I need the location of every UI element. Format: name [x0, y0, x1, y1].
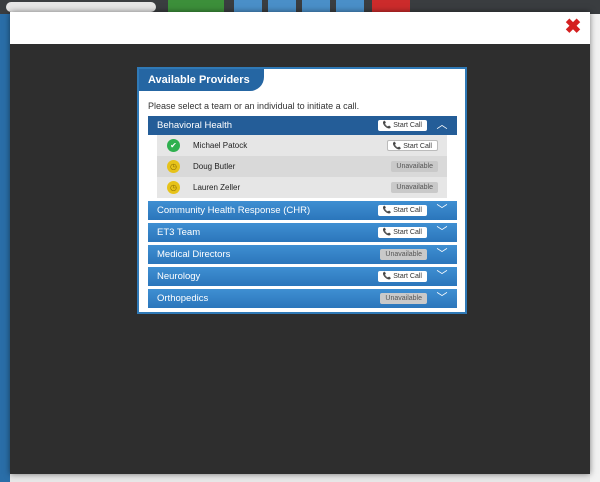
group-medical-directors[interactable]: Medical Directors Unavailable ﹀	[148, 245, 457, 264]
unavailable-badge: Unavailable	[380, 249, 427, 260]
start-call-button[interactable]: 📞 Start Call	[377, 227, 427, 238]
group-et3-team[interactable]: ET3 Team 📞 Start Call ﹀	[148, 223, 457, 242]
panel-title: Available Providers	[139, 69, 264, 91]
start-call-button[interactable]: 📞 Start Call	[377, 205, 427, 216]
group-label: Medical Directors	[157, 249, 231, 260]
background-right-strip	[590, 14, 600, 482]
group-community-health-response[interactable]: Community Health Response (CHR) 📞 Start …	[148, 201, 457, 220]
group-label: Neurology	[157, 271, 201, 282]
chevron-down-icon[interactable]: ﹀	[435, 245, 449, 264]
group-label: Orthopedics	[157, 293, 209, 304]
available-check-icon: ✔	[167, 139, 180, 152]
member-row[interactable]: ✔ Michael Patock 📞 Start Call	[157, 135, 447, 156]
away-clock-icon: ◷	[167, 160, 180, 173]
behavioral-health-members: ✔ Michael Patock 📞 Start Call ◷ Doug But…	[157, 135, 447, 198]
chevron-down-icon[interactable]: ﹀	[435, 201, 449, 220]
background-left-strip	[0, 14, 10, 482]
chevron-down-icon[interactable]: ﹀	[435, 267, 449, 286]
group-label: Community Health Response (CHR)	[157, 205, 311, 216]
group-neurology[interactable]: Neurology 📞 Start Call ﹀	[148, 267, 457, 286]
background-search	[6, 2, 156, 12]
unavailable-badge: Unavailable	[391, 161, 438, 172]
start-call-button[interactable]: 📞 Start Call	[377, 271, 427, 282]
group-orthopedics[interactable]: Orthopedics Unavailable ﹀	[148, 289, 457, 308]
start-call-button[interactable]: 📞 Start Call	[386, 140, 438, 151]
member-row[interactable]: ◷ Lauren Zeller Unavailable	[157, 177, 447, 198]
chevron-down-icon[interactable]: ﹀	[435, 289, 449, 308]
chevron-down-icon[interactable]: ﹀	[435, 223, 449, 242]
group-label: ET3 Team	[157, 227, 201, 238]
chevron-up-icon[interactable]: ︿	[435, 116, 449, 135]
instruction-text: Please select a team or an individual to…	[148, 101, 360, 111]
start-call-button[interactable]: 📞 Start Call	[377, 120, 427, 131]
close-icon[interactable]: ✖	[562, 16, 584, 38]
group-label: Behavioral Health	[157, 120, 232, 131]
member-name: Doug Butler	[193, 162, 236, 171]
member-row[interactable]: ◷ Doug Butler Unavailable	[157, 156, 447, 177]
member-name: Lauren Zeller	[193, 183, 241, 192]
modal-header: ✖	[10, 12, 590, 44]
away-clock-icon: ◷	[167, 181, 180, 194]
unavailable-badge: Unavailable	[391, 182, 438, 193]
unavailable-badge: Unavailable	[380, 293, 427, 304]
member-name: Michael Patock	[193, 141, 248, 150]
group-behavioral-health[interactable]: Behavioral Health 📞 Start Call ︿	[148, 116, 457, 135]
